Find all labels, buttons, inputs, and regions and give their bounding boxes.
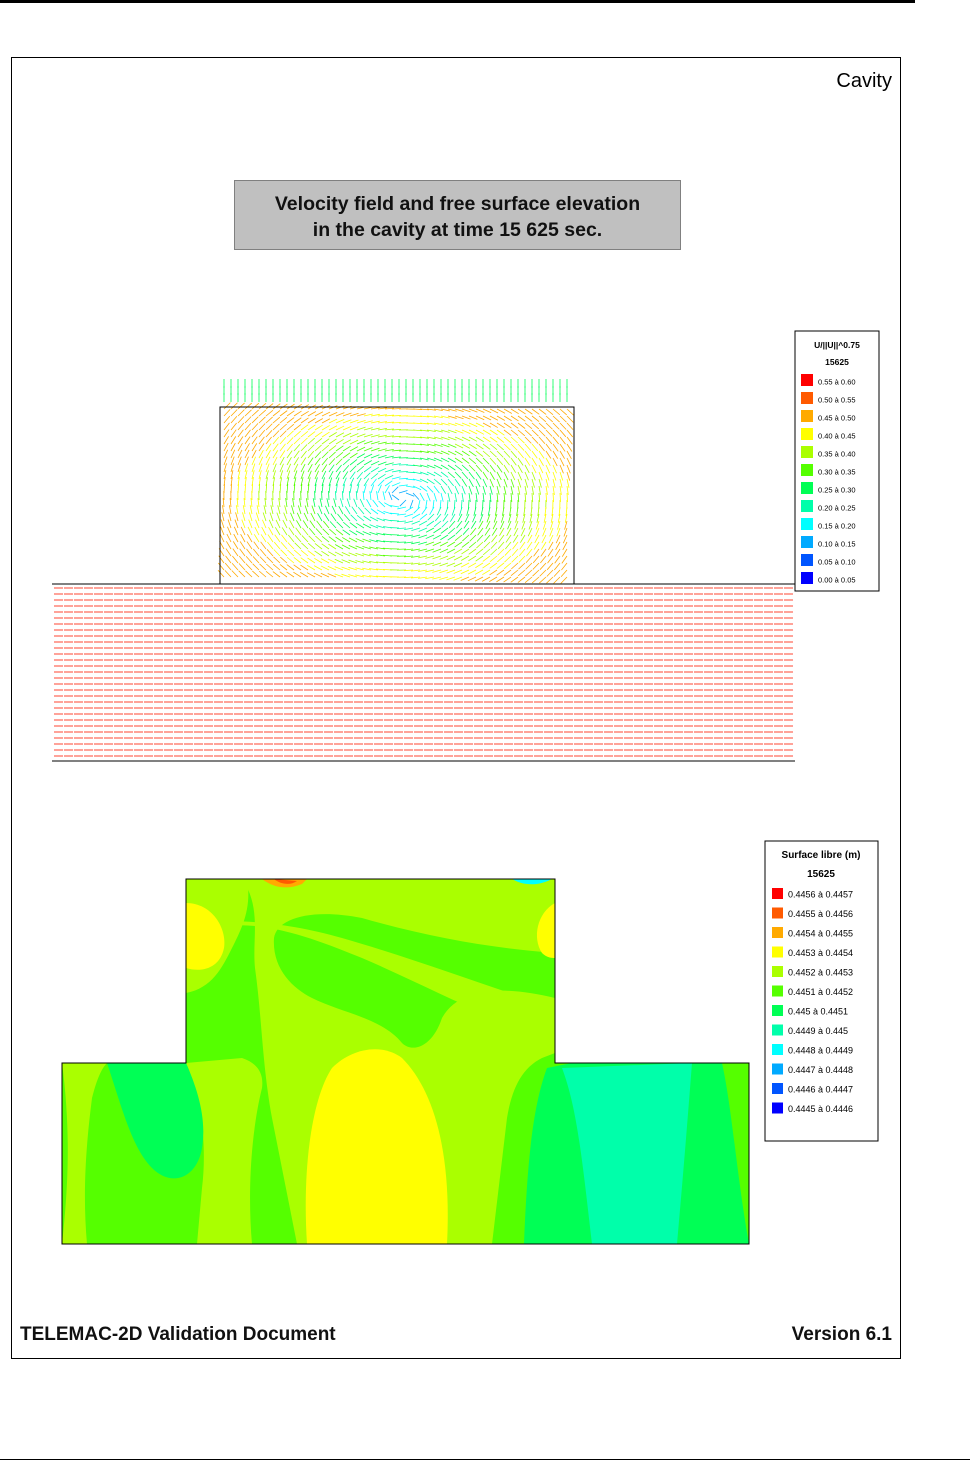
surface-legend-title: Surface libre (m) [782,850,861,861]
velocity-legend-label: 0.30 à 0.35 [818,468,856,477]
surface-contour-plot [61,878,750,1245]
surface-legend-swatch [772,1024,783,1036]
surface-legend-swatch [772,888,783,899]
document-version: Version 6.1 [791,1324,892,1345]
velocity-legend-swatch [801,500,813,512]
surface-legend-swatch [772,1044,783,1055]
surface-legend-label: 0.4455 à 0.4456 [788,909,853,919]
velocity-legend-swatch [801,428,813,440]
velocity-legend-swatch [801,536,813,548]
figure-frame: Cavity Velocity field and free surface e… [11,57,901,1359]
surface-legend-label: 0.4452 à 0.4453 [788,968,853,978]
velocity-legend-title: U/||U||^0.75 [814,340,860,350]
surface-legend-swatch [772,1102,783,1114]
velocity-legend-swatch [801,464,813,476]
footer-rule [0,1459,970,1460]
velocity-legend-label: 0.05 à 0.10 [818,558,856,567]
surface-legend-label: 0.4447 à 0.4448 [788,1065,853,1075]
velocity-legend-label: 0.40 à 0.45 [818,432,856,441]
surface-legend-label: 0.4445 à 0.4446 [788,1104,853,1114]
velocity-legend-swatch [801,446,813,458]
surface-legend-swatch [772,1005,783,1016]
velocity-legend-time: 15625 [825,357,849,367]
surface-legend-swatch [772,907,783,919]
velocity-legend-label: 0.10 à 0.15 [818,540,856,549]
velocity-legend-swatch [801,482,813,494]
surface-legend: Surface libre (m) 15625 0.4456 à 0.4457 0… [764,840,879,1142]
velocity-legend-label: 0.55 à 0.60 [818,378,856,387]
surface-legend-swatch [772,1083,783,1094]
velocity-legend-label: 0.20 à 0.25 [818,504,856,513]
surface-legend-label: 0.4449 à 0.445 [788,1026,848,1036]
surface-legend-label: 0.4451 à 0.4452 [788,987,853,997]
velocity-legend-swatch [801,554,813,566]
simulation-figure: U/||U||^0.75 15625 0.55 à 0.60 0.50 à 0.5… [52,330,880,1245]
surface-legend-swatch [772,946,783,958]
velocity-legend-label: 0.45 à 0.50 [818,414,856,423]
surface-legend-swatch [772,966,783,977]
surface-legend-label: 0.4456 à 0.4457 [788,890,853,900]
velocity-legend-label: 0.50 à 0.55 [818,396,856,405]
velocity-legend-label: 0.35 à 0.40 [818,450,856,459]
velocity-vector-plot [52,379,795,762]
velocity-legend-box [794,330,880,592]
document-title: TELEMAC-2D Validation Document [20,1324,336,1345]
surface-legend-swatch [772,927,783,938]
channel-vectors [54,587,793,757]
velocity-legend-swatch [801,392,813,404]
velocity-legend-swatch [801,572,813,584]
velocity-legend-label: 0.15 à 0.20 [818,522,856,531]
velocity-legend-swatch [801,374,813,386]
surface-legend-swatch [772,1063,783,1075]
surface-legend-swatch [772,985,783,997]
cavity-vectors [217,379,574,584]
velocity-legend-label: 0.25 à 0.30 [818,486,856,495]
header-rule [0,0,915,3]
surface-legend-time: 15625 [807,869,835,880]
velocity-legend-swatch [801,518,813,530]
surface-legend-label: 0.4454 à 0.4455 [788,929,853,939]
surface-legend-label: 0.4446 à 0.4447 [788,1085,853,1095]
velocity-legend: U/||U||^0.75 15625 0.55 à 0.60 0.50 à 0.5… [794,330,880,592]
velocity-legend-label: 0.00 à 0.05 [818,576,856,585]
surface-legend-label: 0.4453 à 0.4454 [788,948,853,958]
surface-legend-label: 0.445 à 0.4451 [788,1007,848,1017]
surface-legend-label: 0.4448 à 0.4449 [788,1046,853,1056]
velocity-legend-swatch [801,410,813,422]
